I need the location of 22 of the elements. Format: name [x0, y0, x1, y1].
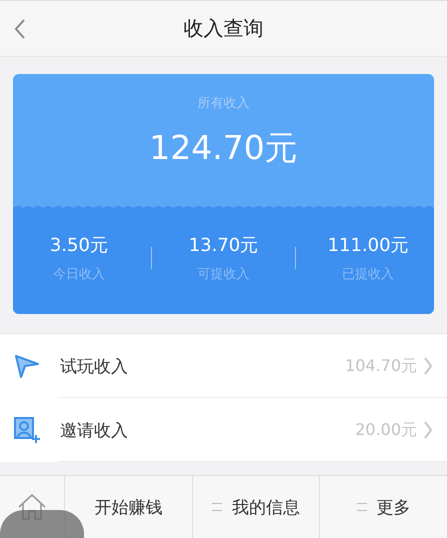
income-row[interactable]: 邀请收入 20.00元: [0, 398, 447, 462]
paper-plane-icon: [12, 353, 42, 379]
stat-value: 3.50元: [50, 234, 108, 257]
row-amount: 104.70元: [345, 356, 417, 376]
page-title: 收入查询: [184, 15, 264, 42]
total-amount: 124.70元: [149, 127, 298, 169]
row-amount: 20.00元: [355, 420, 417, 440]
chevron-icon: [423, 356, 433, 376]
stat-value: 111.00元: [328, 234, 409, 257]
income-row[interactable]: 试玩收入 104.70元: [0, 334, 447, 398]
back-icon[interactable]: [14, 18, 26, 40]
add-user-icon: [12, 416, 42, 444]
total-label: 所有收入: [198, 95, 250, 112]
chevron-icon: [423, 420, 433, 440]
menu-tab[interactable]: 我的信息: [192, 476, 320, 538]
menu-tab[interactable]: 更多: [319, 476, 447, 538]
stat-value: 13.70元: [188, 234, 258, 257]
stat-label: 可提收入: [197, 266, 250, 283]
stat-label: 今日收入: [52, 266, 105, 283]
stat-label: 已提收入: [342, 266, 394, 283]
row-label: 试玩收入: [60, 356, 129, 378]
row-label: 邀请收入: [60, 420, 129, 442]
